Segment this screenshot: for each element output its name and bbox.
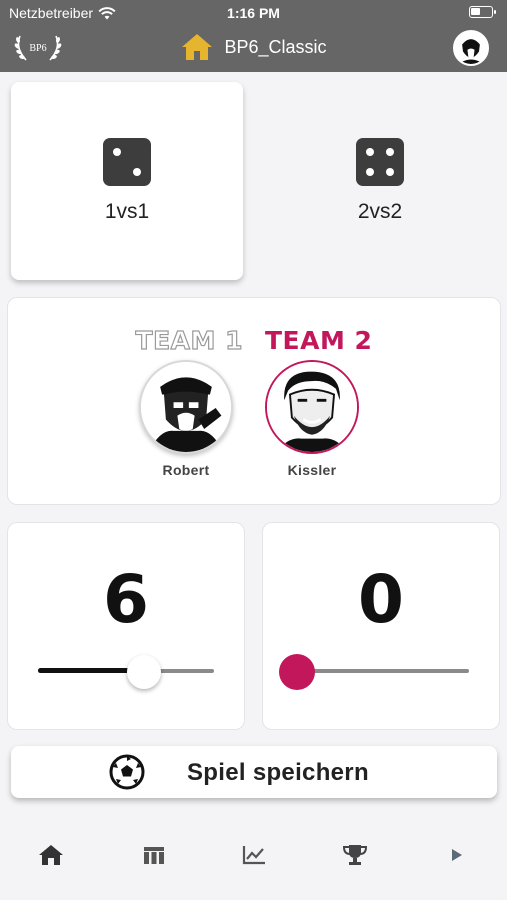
nav-table[interactable] — [139, 842, 169, 868]
battery-icon — [469, 6, 496, 18]
team-2-label: TEAM 2 — [265, 326, 373, 355]
dice-two-icon — [103, 138, 151, 186]
avatar — [139, 360, 233, 454]
player-robert[interactable]: Robert — [131, 360, 241, 478]
page-title: BP6_Classic — [224, 36, 327, 57]
nav-play[interactable] — [442, 842, 472, 868]
player-portrait — [141, 362, 231, 452]
home-icon — [182, 34, 213, 60]
score-value: 0 — [358, 561, 404, 638]
profile-avatar[interactable] — [453, 30, 489, 66]
app-bar: BP6 BP6_Classic — [0, 26, 507, 72]
slider-thumb[interactable] — [126, 655, 161, 689]
nav-stats[interactable] — [239, 842, 269, 868]
team-headers: TEAM 1 TEAM 2 — [8, 325, 500, 355]
player-portrait — [267, 362, 357, 452]
soccer-ball-icon — [109, 754, 145, 790]
score-slider[interactable] — [279, 654, 469, 690]
status-bar: Netzbetreiber 1:16 PM — [0, 0, 507, 26]
app-header: Netzbetreiber 1:16 PM BP6 BP6_Classic — [0, 0, 507, 72]
mode-card-2vs2[interactable]: 2vs2 — [264, 82, 496, 280]
nav-trophy[interactable] — [340, 842, 370, 868]
home-icon — [39, 845, 63, 865]
player-name: Kissler — [287, 462, 337, 478]
team-card: TEAM 1 TEAM 2 Robert Kissler — [7, 297, 501, 505]
play-icon — [452, 849, 462, 861]
avatar — [265, 360, 359, 454]
bottom-navigation — [0, 818, 507, 900]
avatar-illustration — [455, 32, 487, 64]
score-slider[interactable] — [38, 655, 214, 689]
dice-four-icon — [356, 138, 404, 186]
player-kissler[interactable]: Kissler — [257, 360, 367, 478]
mode-card-1vs1[interactable]: 1vs1 — [11, 82, 243, 280]
chart-icon — [242, 846, 265, 865]
save-button-label: Spiel speichern — [187, 759, 369, 786]
title-group: BP6_Classic — [0, 32, 507, 62]
mode-label: 1vs1 — [104, 200, 150, 223]
slider-thumb[interactable] — [279, 654, 315, 690]
trophy-icon — [342, 845, 368, 865]
score-card-team-2: 0 — [262, 522, 500, 730]
table-icon — [144, 847, 164, 864]
score-value: 6 — [103, 561, 149, 638]
mode-label: 2vs2 — [357, 200, 403, 223]
slider-track — [297, 669, 469, 673]
player-name: Robert — [162, 462, 210, 478]
score-card-team-1: 6 — [7, 522, 245, 730]
nav-home[interactable] — [36, 842, 66, 868]
team-1-label: TEAM 1 — [135, 325, 243, 355]
save-game-button[interactable]: Spiel speichern — [11, 746, 497, 798]
clock: 1:16 PM — [227, 5, 280, 21]
